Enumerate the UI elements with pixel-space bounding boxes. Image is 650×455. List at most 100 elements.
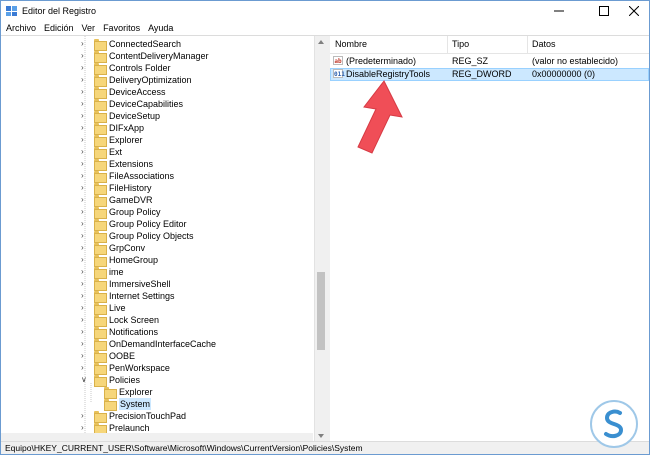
tree-item[interactable]: DeviceAccess	[94, 86, 166, 99]
scroll-thumb[interactable]	[317, 272, 325, 350]
chevron-right-icon[interactable]: ›	[81, 62, 84, 74]
folder-icon	[94, 351, 107, 363]
chevron-down-icon[interactable]: ∨	[81, 374, 87, 386]
tree-item[interactable]: Extensions	[94, 158, 154, 171]
close-icon	[629, 6, 639, 16]
list-header: Nombre Tipo Datos	[330, 36, 649, 54]
chevron-right-icon[interactable]: ›	[81, 254, 84, 266]
folder-icon	[94, 87, 107, 99]
tree-item[interactable]: DeliveryOptimization	[94, 74, 192, 87]
chevron-right-icon[interactable]: ›	[81, 230, 84, 242]
chevron-right-icon[interactable]: ›	[81, 314, 84, 326]
chevron-right-icon[interactable]: ›	[81, 74, 84, 86]
menu-ver[interactable]: Ver	[82, 23, 96, 33]
tree-item-label: ime	[109, 267, 124, 277]
tree-item[interactable]: Group Policy Objects	[94, 230, 194, 243]
tree-item[interactable]: ContentDeliveryManager	[94, 50, 209, 63]
tree-item[interactable]: OnDemandInterfaceCache	[94, 338, 216, 351]
list-row-default[interactable]: ab (Predeterminado) REG_SZ (valor no est…	[330, 55, 649, 68]
folder-icon	[94, 75, 107, 87]
tree-item[interactable]: PenWorkspace	[94, 362, 170, 375]
chevron-right-icon[interactable]: ›	[81, 278, 84, 290]
tree-vertical-scrollbar[interactable]	[314, 36, 326, 442]
folder-icon	[94, 255, 107, 267]
tree-item-label: Extensions	[109, 159, 154, 169]
chevron-right-icon[interactable]: ›	[81, 266, 84, 278]
chevron-right-icon[interactable]: ›	[81, 350, 84, 362]
tree-item[interactable]: PrecisionTouchPad	[94, 410, 186, 423]
scroll-down-arrow-icon[interactable]	[318, 434, 324, 438]
tree-item[interactable]: Live	[94, 302, 126, 315]
chevron-right-icon[interactable]: ›	[81, 326, 84, 338]
chevron-right-icon[interactable]: ›	[81, 410, 84, 422]
tree-item[interactable]: GameDVR	[94, 194, 153, 207]
minimize-button[interactable]	[544, 1, 574, 21]
tree-item[interactable]: FileAssociations	[94, 170, 175, 183]
chevron-right-icon[interactable]: ›	[81, 86, 84, 98]
chevron-right-icon[interactable]: ›	[81, 158, 84, 170]
tree-item[interactable]: Policies	[94, 374, 140, 387]
menu-archivo[interactable]: Archivo	[6, 23, 36, 33]
chevron-right-icon[interactable]: ›	[81, 110, 84, 122]
chevron-right-icon[interactable]: ›	[81, 362, 84, 374]
chevron-right-icon[interactable]: ›	[81, 38, 84, 50]
folder-icon	[94, 123, 107, 135]
folder-icon	[94, 207, 107, 219]
close-button[interactable]	[619, 1, 649, 21]
tree-item[interactable]: GrpConv	[94, 242, 145, 255]
key-tree[interactable]: › ConnectedSearch › ContentDeliveryManager ›…	[1, 36, 313, 442]
folder-icon	[94, 99, 107, 111]
binary-value-icon: 011	[333, 69, 345, 78]
tree-item[interactable]: System	[104, 398, 152, 411]
column-header-data[interactable]: Datos	[532, 39, 556, 49]
tree-item[interactable]: OOBE	[94, 350, 135, 363]
tree-item[interactable]: Explorer	[94, 134, 143, 147]
chevron-right-icon[interactable]: ›	[81, 170, 84, 182]
value-type: REG_SZ	[452, 56, 489, 66]
column-separator[interactable]	[447, 36, 448, 54]
tree-item[interactable]: DeviceSetup	[94, 110, 160, 123]
tree-item-label: FileAssociations	[109, 171, 175, 181]
tree-item-label: Explorer	[119, 387, 153, 397]
tree-item[interactable]: ConnectedSearch	[94, 38, 181, 51]
menu-edicion[interactable]: Edición	[44, 23, 74, 33]
tree-item[interactable]: Lock Screen	[94, 314, 159, 327]
main-area: › ConnectedSearch › ContentDeliveryManager ›…	[1, 35, 649, 442]
scroll-up-arrow-icon[interactable]	[318, 40, 324, 44]
chevron-right-icon[interactable]: ›	[81, 122, 84, 134]
chevron-right-icon[interactable]: ›	[81, 194, 84, 206]
tree-item[interactable]: ImmersiveShell	[94, 278, 171, 291]
tree-item[interactable]: Group Policy	[94, 206, 161, 219]
tree-item[interactable]: Internet Settings	[94, 290, 175, 303]
tree-item[interactable]: DeviceCapabilities	[94, 98, 183, 111]
column-separator[interactable]	[527, 36, 528, 54]
chevron-right-icon[interactable]: ›	[81, 50, 84, 62]
chevron-right-icon[interactable]: ›	[81, 218, 84, 230]
chevron-right-icon[interactable]: ›	[81, 98, 84, 110]
tree-item[interactable]: Controls Folder	[94, 62, 171, 75]
menu-favoritos[interactable]: Favoritos	[103, 23, 140, 33]
tree-item[interactable]: Ext	[94, 146, 122, 159]
tree-item[interactable]: ime	[94, 266, 124, 279]
folder-icon	[94, 315, 107, 327]
tree-horizontal-scrollbar[interactable]	[1, 433, 313, 441]
tree-item[interactable]: Notifications	[94, 326, 158, 339]
chevron-right-icon[interactable]: ›	[81, 134, 84, 146]
chevron-right-icon[interactable]: ›	[81, 146, 84, 158]
chevron-right-icon[interactable]: ›	[81, 206, 84, 218]
maximize-button[interactable]	[589, 1, 619, 21]
tree-item[interactable]: Explorer	[104, 386, 153, 399]
column-header-name[interactable]: Nombre	[335, 39, 367, 49]
tree-item[interactable]: FileHistory	[94, 182, 152, 195]
chevron-right-icon[interactable]: ›	[81, 290, 84, 302]
chevron-right-icon[interactable]: ›	[81, 242, 84, 254]
folder-icon	[94, 339, 107, 351]
chevron-right-icon[interactable]: ›	[81, 302, 84, 314]
tree-item[interactable]: Group Policy Editor	[94, 218, 187, 231]
tree-item[interactable]: HomeGroup	[94, 254, 158, 267]
menu-ayuda[interactable]: Ayuda	[148, 23, 173, 33]
tree-item[interactable]: DIFxApp	[94, 122, 144, 135]
column-header-type[interactable]: Tipo	[452, 39, 469, 49]
chevron-right-icon[interactable]: ›	[81, 182, 84, 194]
chevron-right-icon[interactable]: ›	[81, 338, 84, 350]
